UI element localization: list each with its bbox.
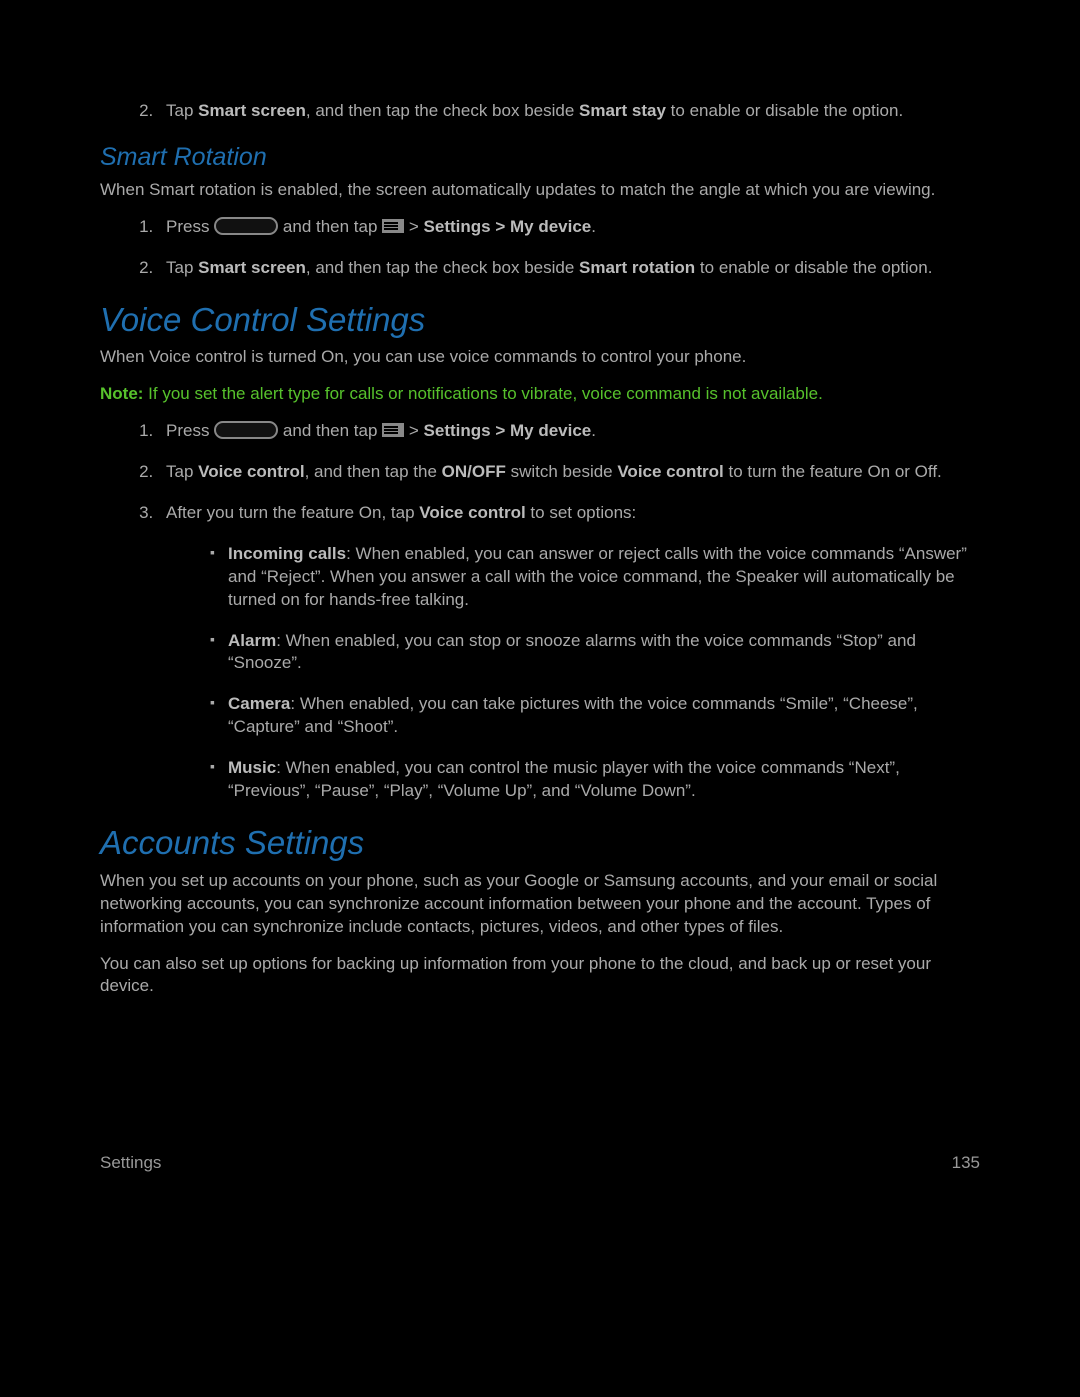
voice-control-heading: Voice Control Settings bbox=[100, 298, 980, 343]
menu-icon bbox=[382, 219, 404, 233]
home-key-icon bbox=[214, 217, 278, 235]
home-key-icon bbox=[214, 421, 278, 439]
option-alarm: Alarm: When enabled, you can stop or sno… bbox=[210, 630, 980, 676]
option-incoming-calls: Incoming calls: When enabled, you can an… bbox=[210, 543, 980, 612]
page-footer: Settings 135 bbox=[100, 1152, 980, 1175]
footer-page-number: 135 bbox=[952, 1152, 980, 1175]
voice-control-step-3: After you turn the feature On, tap Voice… bbox=[158, 502, 980, 803]
voice-control-steps: Press and then tap > Settings > My devic… bbox=[100, 420, 980, 803]
footer-section: Settings bbox=[100, 1152, 161, 1175]
option-music: Music: When enabled, you can control the… bbox=[210, 757, 980, 803]
option-camera: Camera: When enabled, you can take pictu… bbox=[210, 693, 980, 739]
voice-control-step-1: Press and then tap > Settings > My devic… bbox=[158, 420, 980, 443]
voice-control-step-2: Tap Voice control, and then tap the ON/O… bbox=[158, 461, 980, 484]
voice-control-desc: When Voice control is turned On, you can… bbox=[100, 346, 980, 369]
accounts-para-2: You can also set up options for backing … bbox=[100, 953, 980, 999]
voice-control-note: Note: If you set the alert type for call… bbox=[100, 383, 980, 406]
voice-control-options: Incoming calls: When enabled, you can an… bbox=[166, 543, 980, 803]
menu-icon bbox=[382, 423, 404, 437]
smart-rotation-steps: Press and then tap > Settings > My devic… bbox=[100, 216, 980, 280]
smart-rotation-desc: When Smart rotation is enabled, the scre… bbox=[100, 179, 980, 202]
smart-rotation-step-2: Tap Smart screen, and then tap the check… bbox=[158, 257, 980, 280]
accounts-heading: Accounts Settings bbox=[100, 821, 980, 866]
smart-rotation-step-1: Press and then tap > Settings > My devic… bbox=[158, 216, 980, 239]
accounts-para-1: When you set up accounts on your phone, … bbox=[100, 870, 980, 939]
intro-continued-list: Tap Smart screen, and then tap the check… bbox=[100, 100, 980, 123]
intro-step-2: Tap Smart screen, and then tap the check… bbox=[158, 100, 980, 123]
smart-rotation-heading: Smart Rotation bbox=[100, 141, 980, 175]
